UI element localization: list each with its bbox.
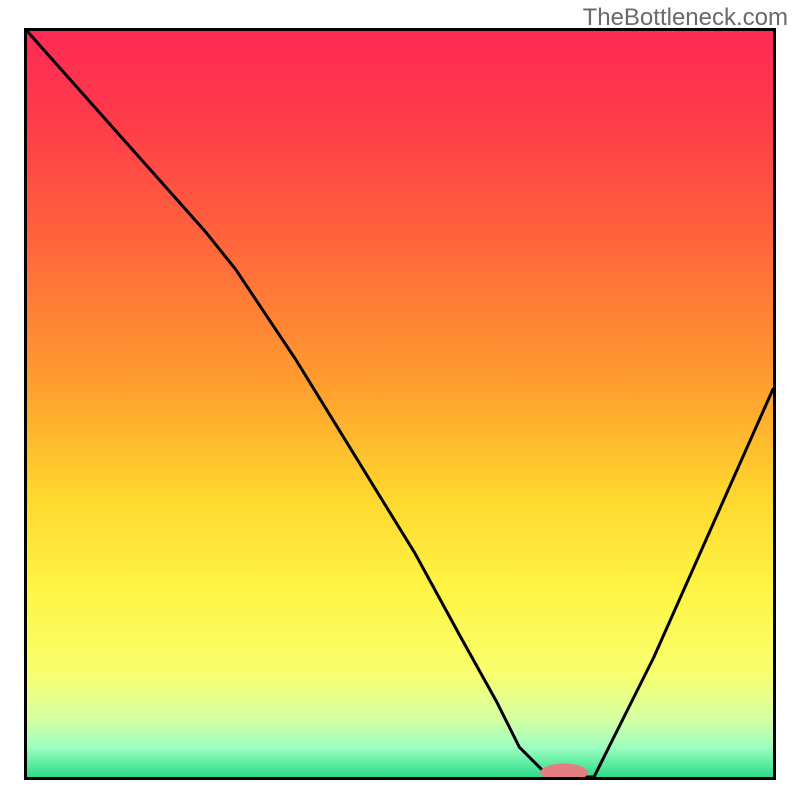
chart-svg <box>27 31 773 777</box>
chart-container <box>24 28 776 780</box>
chart-background <box>27 31 773 777</box>
watermark-text: TheBottleneck.com <box>583 4 788 32</box>
